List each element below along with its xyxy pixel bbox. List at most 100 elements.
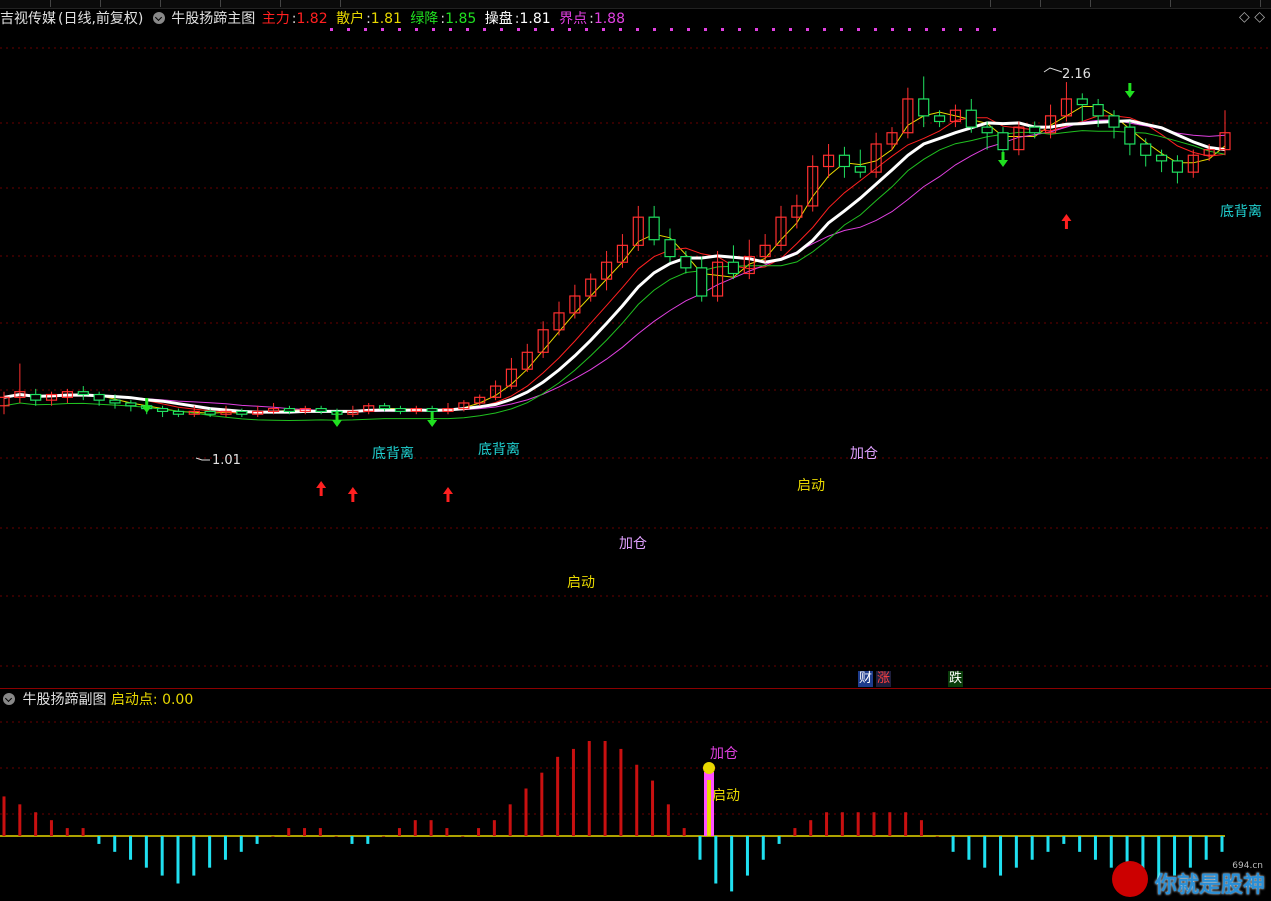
header-item-main: 主力:1.82 <box>261 11 328 27</box>
divergence-label: 底背离 <box>372 445 414 462</box>
logo-icon <box>1112 861 1148 897</box>
divergence-label: 底背离 <box>1220 203 1262 220</box>
add-position-label: 加仓 <box>619 536 647 552</box>
macd-bar <box>477 828 481 836</box>
candle <box>30 393 42 401</box>
diamond-icon[interactable]: ◇ ◇ <box>1239 9 1265 25</box>
macd-bar <box>255 836 259 844</box>
signal-dot <box>534 28 537 31</box>
arrow-down-icon <box>1124 83 1135 98</box>
ma-white-line <box>3 119 1226 414</box>
tag-finance[interactable]: 财 <box>858 671 873 687</box>
macd-bar <box>556 756 560 836</box>
signal-dot <box>942 28 945 31</box>
macd-bar <box>176 836 180 884</box>
tag-fall[interactable]: 跌 <box>948 671 963 687</box>
signal-dot <box>381 28 384 31</box>
signal-dot <box>908 28 911 31</box>
candle <box>696 267 708 297</box>
macd-bar <box>682 828 686 836</box>
candle <box>1171 160 1184 173</box>
signal-dot <box>517 28 520 31</box>
macd-bar <box>1046 836 1050 852</box>
candle <box>664 239 676 258</box>
candle <box>236 410 248 415</box>
arrow-down-icon <box>998 152 1008 167</box>
main-chart[interactable]: 2.161.01 底背离 底背离底背离加仓启动加仓启动 <box>0 28 1271 688</box>
macd-bar <box>382 836 386 837</box>
macd-bar <box>350 836 354 844</box>
candle <box>156 407 169 413</box>
candle <box>1092 103 1104 117</box>
header-item-boundary: 界点:1.88 <box>559 11 625 27</box>
price-high-label: 2.16 <box>1062 67 1091 82</box>
candle <box>838 154 851 168</box>
macd-bar <box>856 812 860 836</box>
macd-bar <box>635 764 639 836</box>
signal-dot <box>364 28 367 31</box>
macd-bar <box>1204 836 1208 860</box>
signal-dot <box>755 28 758 31</box>
macd-bar <box>825 812 829 836</box>
macd-bar <box>888 812 892 836</box>
signal-dot <box>670 28 673 31</box>
macd-bar <box>714 836 718 884</box>
signal-dot <box>568 28 571 31</box>
macd-bar <box>793 828 797 836</box>
arrow-up-icon <box>443 487 453 502</box>
candle <box>1108 115 1120 128</box>
macd-bar <box>935 836 939 837</box>
signal-dot <box>449 28 452 31</box>
macd-bar <box>1220 836 1224 852</box>
macd-bar <box>413 820 417 836</box>
high-pointer-icon <box>1043 67 1063 73</box>
macd-bar <box>445 828 449 836</box>
watermark-text: 你就是股神 <box>1154 873 1265 898</box>
candle <box>93 393 105 401</box>
macd-bar <box>651 780 655 836</box>
arrow-up-icon <box>347 487 358 502</box>
signal-dot <box>874 28 877 31</box>
top-toolbar <box>0 0 1271 9</box>
signal-dot <box>721 28 724 31</box>
sub-label: 启动点: 0.00 <box>110 692 194 708</box>
macd-bar <box>287 828 291 836</box>
sub-indicator-name: 牛股扬蹄副图 <box>22 692 107 708</box>
signal-dot <box>551 28 554 31</box>
ma-yellow-line <box>3 106 1226 414</box>
candle <box>1124 126 1136 145</box>
macd-bar <box>840 812 844 836</box>
macd-bar <box>777 836 781 844</box>
macd-bar <box>492 820 496 836</box>
candle <box>727 261 740 275</box>
add-position-label: 加仓 <box>850 446 878 462</box>
panel-divider <box>0 688 1271 689</box>
macd-bar <box>603 741 607 836</box>
signal-dot <box>585 28 588 31</box>
arrow-up-icon <box>1061 214 1072 229</box>
macd-bar <box>508 804 512 836</box>
macd-bar <box>18 804 22 836</box>
macd-bar <box>1188 836 1192 868</box>
sub-chart[interactable]: 加仓启动 <box>0 710 1271 900</box>
macd-bar <box>872 812 876 836</box>
candle <box>109 399 121 404</box>
sub-indicator-menu-icon[interactable] <box>3 693 15 705</box>
arrow-down-icon <box>427 412 438 427</box>
ma-magenta-line <box>3 119 1226 413</box>
macd-bar <box>951 836 955 852</box>
tag-rise[interactable]: 涨 <box>876 671 891 687</box>
macd-bar <box>745 836 749 876</box>
candle <box>1076 98 1088 106</box>
ma-red-line <box>3 115 1226 414</box>
macd-bar <box>904 812 908 836</box>
indicator-menu-icon[interactable] <box>152 12 165 24</box>
macd-bar <box>397 828 401 836</box>
header-item-green: 绿降:1.85 <box>410 11 477 27</box>
signal-dot <box>653 28 656 31</box>
candle <box>965 109 977 128</box>
macd-bar <box>271 836 275 837</box>
macd-bar <box>192 836 196 876</box>
period-label: (日线,前复权) <box>58 11 144 27</box>
signal-dot <box>330 28 333 31</box>
